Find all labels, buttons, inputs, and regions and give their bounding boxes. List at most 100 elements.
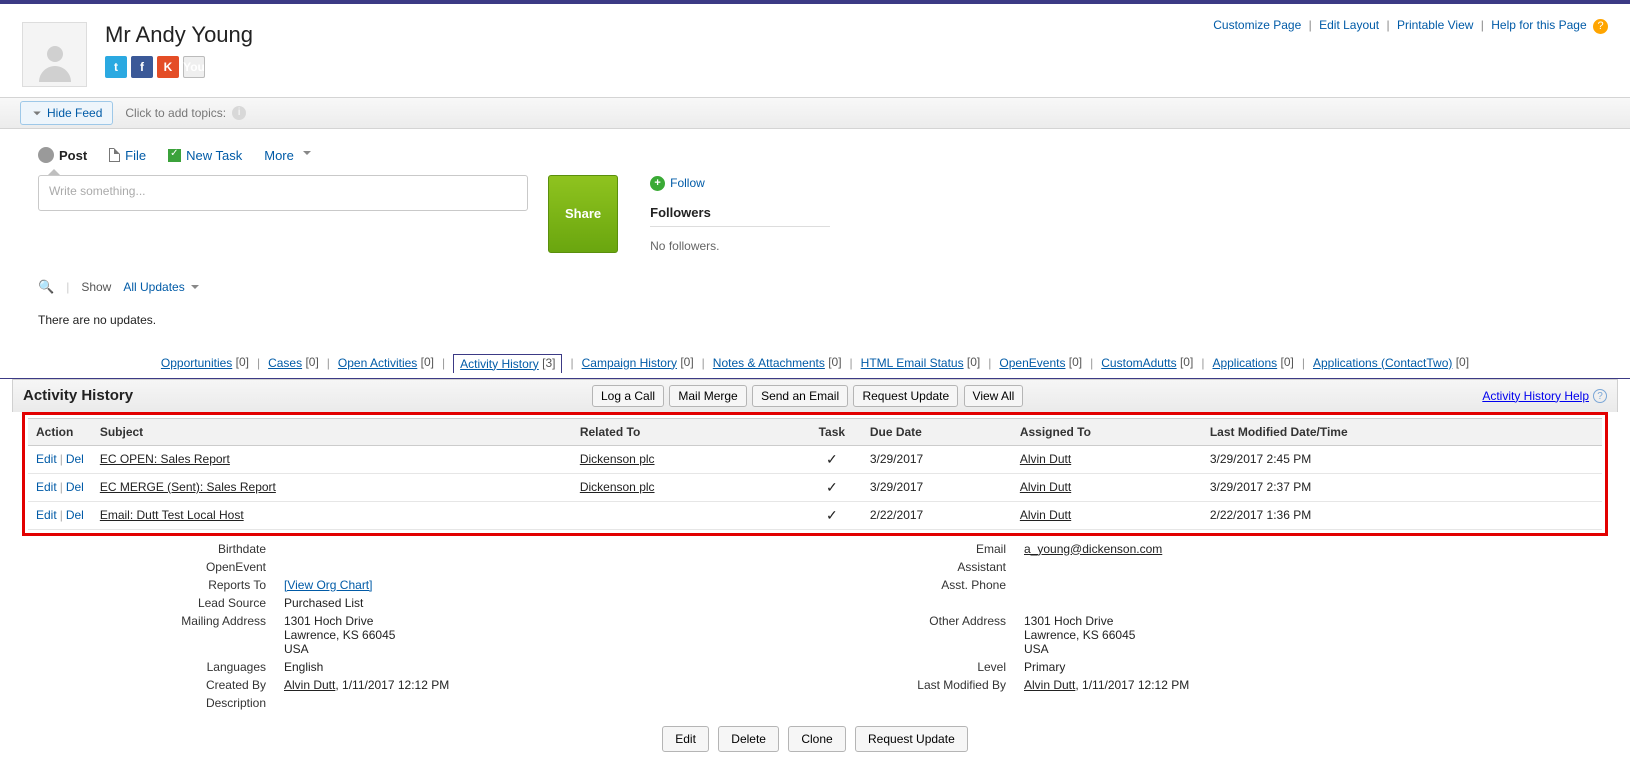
rellist-openevents[interactable]: OpenEvents — [999, 356, 1065, 370]
row-related-link[interactable]: Dickenson plc — [580, 480, 655, 494]
printable-view-link[interactable]: Printable View — [1397, 18, 1474, 32]
rellist-campaign-history[interactable]: Campaign History — [582, 356, 677, 370]
rellist-opportunities[interactable]: Opportunities — [161, 356, 232, 370]
row-related-link[interactable]: Dickenson plc — [580, 452, 655, 466]
row-task-check: ✓ — [802, 473, 862, 501]
row-assigned-link[interactable]: Alvin Dutt — [1020, 480, 1071, 494]
tab-file[interactable]: File — [109, 148, 146, 163]
share-button[interactable]: Share — [548, 175, 618, 253]
level-value: Primary — [1024, 660, 1616, 674]
delete-button[interactable]: Delete — [718, 726, 779, 752]
hide-feed-button[interactable]: Hide Feed — [20, 101, 113, 125]
edit-layout-link[interactable]: Edit Layout — [1319, 18, 1379, 32]
languages-value: English — [284, 660, 754, 674]
rellist-applications-contacttwo-[interactable]: Applications (ContactTwo) — [1313, 356, 1452, 370]
row-modified: 3/29/2017 2:37 PM — [1202, 473, 1602, 501]
col-action: Action — [28, 418, 92, 445]
view-all-button[interactable]: View All — [964, 385, 1024, 407]
row-edit-link[interactable]: Edit — [36, 480, 57, 494]
asst-phone-value — [1024, 578, 1616, 592]
contact-avatar — [22, 22, 87, 87]
table-row: Edit|DelEC OPEN: Sales ReportDickenson p… — [28, 445, 1602, 473]
rellist-customadutts[interactable]: CustomAdutts — [1101, 356, 1176, 370]
help-icon[interactable]: ? — [1593, 19, 1608, 34]
klout-icon[interactable]: K — [157, 56, 179, 78]
tab-post[interactable]: Post — [38, 147, 87, 163]
facebook-icon[interactable]: f — [131, 56, 153, 78]
table-row: Edit|DelEmail: Dutt Test Local Host✓2/22… — [28, 501, 1602, 529]
log-call-button[interactable]: Log a Call — [592, 385, 664, 407]
modified-by-label: Last Modified By — [754, 678, 1024, 692]
follow-button[interactable]: + Follow — [650, 176, 705, 191]
description-label: Description — [14, 696, 284, 710]
hide-feed-label: Hide Feed — [47, 106, 102, 120]
collapse-icon — [31, 107, 43, 119]
view-org-chart-link[interactable]: [View Org Chart] — [284, 578, 372, 592]
row-subject-link[interactable]: EC OPEN: Sales Report — [100, 452, 230, 466]
level-label: Level — [754, 660, 1024, 674]
help-question-icon[interactable]: ? — [1593, 389, 1607, 403]
request-update-bottom-button[interactable]: Request Update — [855, 726, 968, 752]
mailing-address-value: 1301 Hoch Drive Lawrence, KS 66045 USA — [284, 614, 754, 656]
birthdate-label: Birthdate — [14, 542, 284, 556]
rellist-activity-history[interactable]: Activity History — [460, 357, 539, 371]
rellist-applications[interactable]: Applications — [1212, 356, 1277, 370]
assistant-value — [1024, 560, 1616, 574]
row-assigned-link[interactable]: Alvin Dutt — [1020, 452, 1071, 466]
row-del-link[interactable]: Del — [66, 508, 84, 522]
created-by-label: Created By — [14, 678, 284, 692]
row-del-link[interactable]: Del — [66, 480, 84, 494]
asst-phone-label: Asst. Phone — [754, 578, 1024, 592]
add-topics-hint[interactable]: Click to add topics: — [125, 106, 226, 120]
row-edit-link[interactable]: Edit — [36, 452, 57, 466]
post-input[interactable]: Write something... — [38, 175, 528, 211]
email-value[interactable]: a_young@dickenson.com — [1024, 542, 1162, 556]
youtube-icon[interactable]: You — [183, 56, 205, 78]
show-filter-dropdown[interactable]: All Updates — [123, 280, 198, 294]
show-label: Show — [81, 280, 111, 294]
tab-new-task[interactable]: New Task — [168, 148, 242, 163]
topics-help-icon[interactable]: i — [232, 106, 246, 120]
rellist-notes-attachments[interactable]: Notes & Attachments — [713, 356, 825, 370]
tab-more[interactable]: More — [264, 148, 311, 163]
help-page-link[interactable]: Help for this Page — [1491, 18, 1586, 32]
row-task-check: ✓ — [802, 501, 862, 529]
lead-source-label: Lead Source — [14, 596, 284, 610]
col-due-date: Due Date — [862, 418, 1012, 445]
page-title: Mr Andy Young — [105, 22, 1213, 48]
rellist-html-email-status[interactable]: HTML Email Status — [861, 356, 964, 370]
other-address-label: Other Address — [754, 614, 1024, 656]
clone-button[interactable]: Clone — [788, 726, 845, 752]
rellist-open-activities[interactable]: Open Activities — [338, 356, 417, 370]
row-due-date: 2/22/2017 — [862, 501, 1012, 529]
row-edit-link[interactable]: Edit — [36, 508, 57, 522]
row-assigned-link[interactable]: Alvin Dutt — [1020, 508, 1071, 522]
activity-history-help-link[interactable]: Activity History Help — [1482, 389, 1589, 403]
openevent-label: OpenEvent — [14, 560, 284, 574]
col-assigned-to: Assigned To — [1012, 418, 1202, 445]
request-update-button[interactable]: Request Update — [853, 385, 958, 407]
reports-to-label: Reports To — [14, 578, 284, 592]
file-icon — [109, 148, 120, 162]
send-email-button[interactable]: Send an Email — [752, 385, 848, 407]
row-del-link[interactable]: Del — [66, 452, 84, 466]
search-icon[interactable]: 🔍 — [38, 279, 54, 295]
mail-merge-button[interactable]: Mail Merge — [669, 385, 746, 407]
openevent-value — [284, 560, 754, 574]
email-label: Email — [754, 542, 1024, 556]
followers-heading: Followers — [650, 205, 830, 220]
row-subject-link[interactable]: Email: Dutt Test Local Host — [100, 508, 244, 522]
assistant-label: Assistant — [754, 560, 1024, 574]
edit-button[interactable]: Edit — [662, 726, 709, 752]
table-row: Edit|DelEC MERGE (Sent): Sales ReportDic… — [28, 473, 1602, 501]
rellist-cases[interactable]: Cases — [268, 356, 302, 370]
twitter-icon[interactable]: t — [105, 56, 127, 78]
activity-history-table: Action Subject Related To Task Due Date … — [28, 418, 1602, 530]
row-task-check: ✓ — [802, 445, 862, 473]
customize-page-link[interactable]: Customize Page — [1213, 18, 1301, 32]
other-address-value: 1301 Hoch Drive Lawrence, KS 66045 USA — [1024, 614, 1616, 656]
languages-label: Languages — [14, 660, 284, 674]
post-icon — [38, 147, 54, 163]
activity-history-highlight: Action Subject Related To Task Due Date … — [22, 412, 1608, 536]
row-subject-link[interactable]: EC MERGE (Sent): Sales Report — [100, 480, 276, 494]
